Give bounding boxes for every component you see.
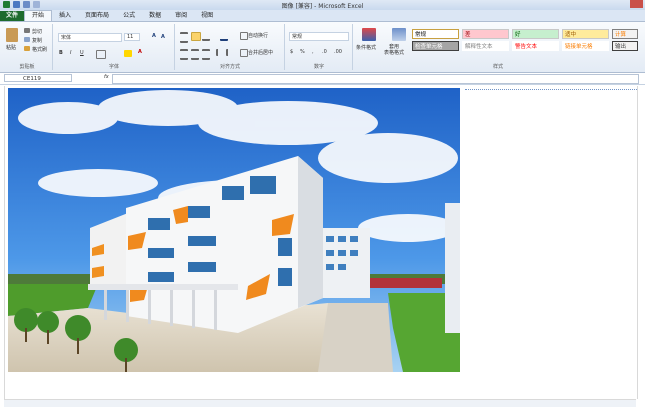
wrap-text-icon[interactable] bbox=[240, 32, 248, 40]
comma-icon[interactable]: , bbox=[312, 49, 314, 55]
merge-center-icon[interactable] bbox=[240, 49, 248, 57]
currency-icon[interactable]: $ bbox=[290, 49, 293, 55]
format-as-table-label[interactable]: 套用 表格格式 bbox=[384, 44, 404, 56]
worksheet-area[interactable] bbox=[4, 86, 638, 399]
copy-icon[interactable] bbox=[24, 37, 30, 42]
cell-style-9[interactable]: 输出 bbox=[612, 41, 638, 51]
number-group-label: 数字 bbox=[313, 64, 324, 70]
horizontal-scrollbar[interactable] bbox=[4, 399, 636, 407]
cell-style-6[interactable]: 解释性文本 bbox=[462, 41, 509, 51]
page-break-line bbox=[465, 89, 637, 90]
number-group: 常规 $ % , .0 .00 数字 bbox=[286, 24, 353, 70]
align-bottom-icon[interactable] bbox=[202, 32, 210, 41]
paste-icon[interactable] bbox=[6, 28, 18, 42]
borders-icon[interactable] bbox=[96, 50, 106, 59]
align-top-icon[interactable] bbox=[180, 32, 188, 43]
underline-icon[interactable]: U bbox=[80, 50, 84, 56]
shrink-font-icon[interactable]: A bbox=[161, 34, 165, 40]
formula-bar: CE119 fx bbox=[0, 73, 645, 85]
font-group: 宋体 11 A A B I U A 字体 bbox=[54, 24, 175, 70]
cell-style-0[interactable]: 常规 bbox=[412, 29, 459, 39]
font-name-select[interactable]: 宋体 bbox=[58, 33, 122, 42]
cell-style-3[interactable]: 适中 bbox=[562, 29, 609, 39]
maximize-icon[interactable] bbox=[616, 0, 630, 9]
tab-view[interactable]: 视图 bbox=[194, 11, 220, 21]
tab-review[interactable]: 审阅 bbox=[168, 11, 194, 21]
minimize-icon[interactable] bbox=[601, 0, 615, 9]
building-photo[interactable] bbox=[8, 88, 460, 372]
format-as-table-icon[interactable] bbox=[392, 28, 406, 41]
tab-page-layout[interactable]: 页面布局 bbox=[78, 11, 116, 21]
tab-file[interactable]: 文件 bbox=[0, 11, 25, 21]
tab-formulas[interactable]: 公式 bbox=[116, 11, 142, 21]
grow-font-icon[interactable]: A bbox=[152, 33, 156, 39]
cell-style-7[interactable]: 警告文本 bbox=[512, 41, 559, 51]
window-title: 图像 [兼容] - Microsoft Excel bbox=[281, 3, 364, 10]
cut-icon[interactable] bbox=[24, 28, 30, 33]
ribbon-tabs: 文件 开始 插入 页面布局 公式 数据 审阅 视图 bbox=[0, 10, 645, 22]
cut-label[interactable]: 剪切 bbox=[32, 28, 42, 35]
paste-label[interactable]: 粘贴 bbox=[6, 44, 16, 51]
align-right-icon[interactable] bbox=[202, 49, 210, 60]
fx-icon[interactable]: fx bbox=[104, 74, 109, 80]
font-color-icon[interactable]: A bbox=[138, 49, 142, 55]
alignment-group-label: 对齐方式 bbox=[219, 64, 240, 70]
clipboard-group-label: 剪贴板 bbox=[19, 64, 35, 70]
ribbon: 粘贴 剪切 复制 格式刷 剪贴板 宋体 11 A A B I U A 字体 自动… bbox=[0, 22, 645, 73]
wrap-text-label[interactable]: 自动换行 bbox=[248, 32, 268, 39]
increase-decimal-icon[interactable]: .0 bbox=[322, 49, 327, 55]
tab-data[interactable]: 数据 bbox=[142, 11, 168, 21]
tab-home[interactable]: 开始 bbox=[24, 10, 53, 21]
merge-center-label[interactable]: 合并后居中 bbox=[248, 49, 273, 56]
number-format-select[interactable]: 常规 bbox=[289, 32, 349, 41]
cell-style-8[interactable]: 链接单元格 bbox=[562, 41, 609, 51]
decrease-decimal-icon[interactable]: .00 bbox=[334, 49, 342, 55]
styles-group-label: 样式 bbox=[492, 64, 503, 70]
conditional-format-icon[interactable] bbox=[362, 28, 376, 41]
align-middle-icon[interactable] bbox=[191, 32, 201, 41]
cell-style-1[interactable]: 差 bbox=[462, 29, 509, 39]
close-icon[interactable] bbox=[630, 0, 643, 8]
decrease-indent-icon[interactable] bbox=[216, 49, 226, 56]
font-size-select[interactable]: 11 bbox=[124, 33, 140, 41]
fill-color-icon[interactable] bbox=[124, 50, 132, 57]
italic-icon[interactable]: I bbox=[70, 50, 71, 56]
bold-icon[interactable]: B bbox=[59, 50, 63, 56]
align-center-icon[interactable] bbox=[191, 49, 199, 60]
format-painter-label[interactable]: 格式刷 bbox=[32, 46, 47, 53]
styles-group: 条件格式 套用 表格格式 常规差好适中 计算检查单元格 解释性文本 警告文本 链接单元格… bbox=[354, 24, 642, 70]
format-painter-icon[interactable] bbox=[24, 46, 30, 51]
tab-insert[interactable]: 插入 bbox=[52, 11, 78, 21]
orientation-icon[interactable] bbox=[220, 32, 228, 41]
font-group-label: 字体 bbox=[108, 64, 119, 70]
alignment-group: 自动换行 合并后居中 对齐方式 bbox=[176, 24, 285, 70]
align-left-icon[interactable] bbox=[180, 49, 188, 60]
conditional-format-label[interactable]: 条件格式 bbox=[356, 44, 376, 51]
percent-icon[interactable]: % bbox=[300, 49, 305, 55]
increase-indent-icon[interactable] bbox=[226, 49, 236, 56]
cell-style-5[interactable]: 检查单元格 bbox=[412, 41, 459, 51]
cell-style-4[interactable]: 计算 bbox=[612, 29, 638, 39]
cell-style-2[interactable]: 好 bbox=[512, 29, 559, 39]
formula-input[interactable] bbox=[112, 74, 639, 84]
copy-label[interactable]: 复制 bbox=[32, 37, 42, 44]
name-box[interactable]: CE119 bbox=[4, 74, 72, 82]
clipboard-group: 粘贴 剪切 复制 格式刷 剪贴板 bbox=[2, 24, 53, 70]
